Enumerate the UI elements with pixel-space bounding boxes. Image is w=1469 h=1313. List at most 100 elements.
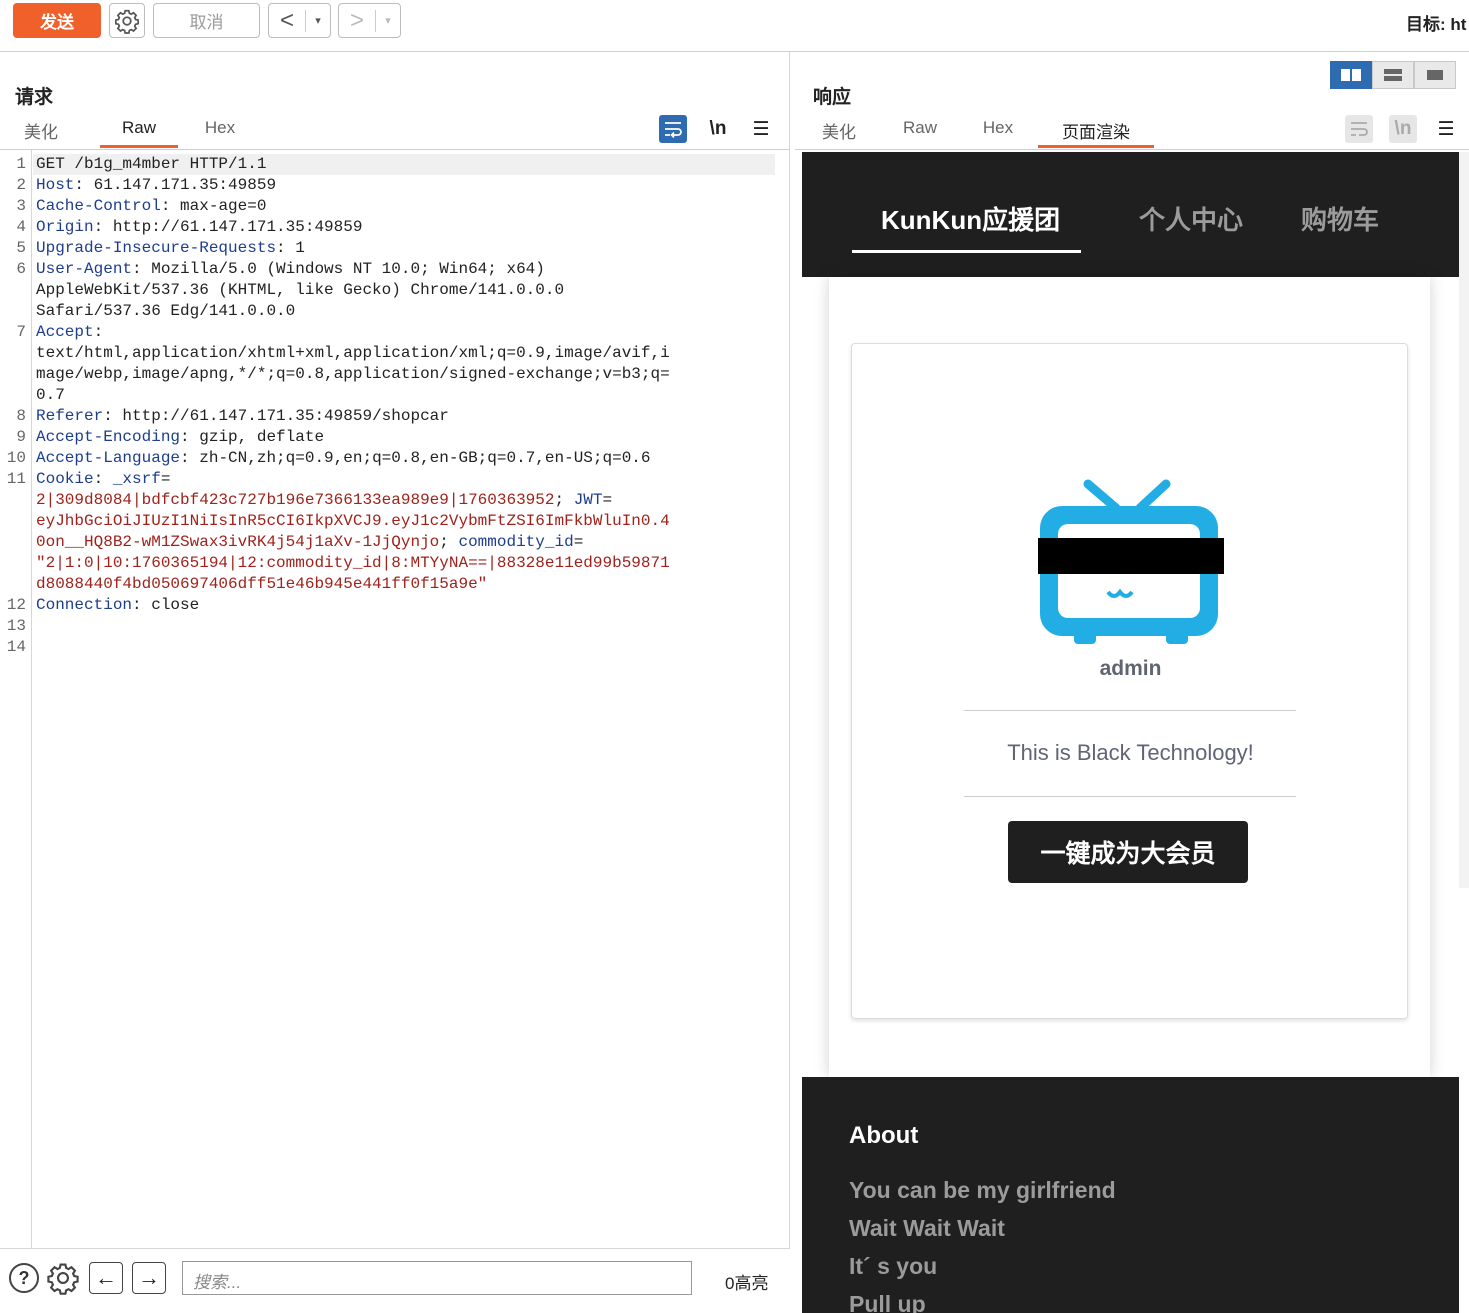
request-editor[interactable]: 1 2 3 4 5 6 7 8 9 10 11 12 13 14 GET /b1… bbox=[0, 150, 790, 1248]
cancel-button[interactable]: 取消 bbox=[153, 3, 260, 38]
settings-button[interactable] bbox=[109, 3, 145, 38]
render-scrollbar[interactable] bbox=[1459, 152, 1469, 888]
request-code[interactable]: GET /b1g_m4mber HTTP/1.1 Host: 61.147.171… bbox=[36, 154, 771, 616]
profile-card: admin This is Black Technology! 一键成为大会员 bbox=[851, 343, 1408, 1019]
rows-icon bbox=[1384, 69, 1402, 81]
line-number: 8 bbox=[16, 407, 26, 425]
request-line: text/html,application/xhtml+xml,applicat… bbox=[36, 344, 670, 362]
request-line: Accept: bbox=[36, 323, 104, 341]
request-line: Connection: close bbox=[36, 596, 200, 614]
nav-active-indicator bbox=[852, 250, 1081, 253]
layout-side-by-side[interactable] bbox=[1330, 61, 1372, 89]
divider bbox=[964, 710, 1296, 711]
footer-line: It´ s you bbox=[849, 1253, 938, 1279]
line-number: 1 bbox=[16, 155, 26, 173]
gear-icon bbox=[114, 9, 140, 34]
request-line: Accept-Encoding: gzip, deflate bbox=[36, 428, 325, 446]
request-line: Host: 61.147.171.35:49859 bbox=[36, 176, 277, 194]
wrap-lines-icon bbox=[665, 122, 682, 138]
single-pane-icon bbox=[1427, 70, 1443, 80]
highlight-count: 0高亮 bbox=[725, 1274, 769, 1293]
chevron-down-icon[interactable]: ▾ bbox=[376, 14, 400, 27]
search-input[interactable]: 搜索... bbox=[182, 1261, 692, 1295]
tab-pretty[interactable]: 美化 bbox=[22, 118, 60, 148]
response-tabs: 美化 Raw Hex 页面渲染 bbox=[820, 118, 1154, 148]
search-settings-button[interactable] bbox=[46, 1261, 80, 1300]
request-title: 请求 bbox=[15, 87, 54, 108]
request-line: d8088440f4bd050697406dff51e46b945e441ff0… bbox=[36, 575, 488, 593]
footer-line: Wait Wait Wait bbox=[849, 1215, 1005, 1241]
line-number: 5 bbox=[16, 239, 26, 257]
line-number: 9 bbox=[16, 428, 26, 446]
line-number: 11 bbox=[6, 470, 26, 488]
top-toolbar: 发送 取消 < ▾ > ▾ 目标: ht bbox=[0, 0, 1469, 52]
wrap-lines-button[interactable] bbox=[659, 115, 687, 143]
nav-item-profile[interactable]: 个人中心 bbox=[1139, 200, 1243, 237]
send-button[interactable]: 发送 bbox=[13, 3, 101, 38]
arrow-right-icon: → bbox=[138, 1265, 160, 1290]
request-line: Origin: http://61.147.171.35:49859 bbox=[36, 218, 363, 236]
line-number: 12 bbox=[6, 596, 26, 614]
request-line: Upgrade-Insecure-Requests: 1 bbox=[36, 239, 305, 257]
chevron-down-icon[interactable]: ▾ bbox=[306, 14, 330, 27]
request-line: Accept-Language: zh-CN,zh;q=0.9,en;q=0.8… bbox=[36, 449, 651, 467]
request-line: GET /b1g_m4mber HTTP/1.1 bbox=[36, 155, 267, 173]
newline-toggle[interactable]: \n bbox=[704, 115, 732, 143]
become-vip-button[interactable]: 一键成为大会员 bbox=[1008, 821, 1248, 883]
layout-tabs[interactable] bbox=[1414, 61, 1456, 89]
tab-pretty[interactable]: 美化 bbox=[820, 118, 858, 148]
rendered-page: KunKun应援团 个人中心 购物车 admin This is Black T… bbox=[802, 152, 1459, 1313]
line-number: 14 bbox=[6, 638, 26, 656]
chevron-right-icon: > bbox=[349, 6, 364, 34]
arrow-left-icon: ← bbox=[95, 1265, 117, 1290]
nav-item-home[interactable]: KunKun应援团 bbox=[881, 200, 1060, 237]
site-footer: About You can be my girlfriend Wait Wait… bbox=[802, 1077, 1459, 1313]
request-line: Safari/537.36 Edg/141.0.0.0 bbox=[36, 302, 296, 320]
nav-item-cart[interactable]: 购物车 bbox=[1301, 200, 1379, 237]
next-match-button[interactable]: → bbox=[132, 1262, 166, 1294]
tab-raw[interactable]: Raw bbox=[900, 118, 940, 148]
line-number: 13 bbox=[6, 617, 26, 635]
profile-tagline: This is Black Technology! bbox=[1007, 740, 1254, 765]
line-number: 2 bbox=[16, 176, 26, 194]
request-line: AppleWebKit/537.36 (KHTML, like Gecko) C… bbox=[36, 281, 565, 299]
chevron-left-icon: < bbox=[279, 6, 294, 34]
wrap-lines-button[interactable] bbox=[1345, 115, 1373, 143]
request-pane: 请求 美化 Raw Hex \n ☰ 1 2 3 4 5 6 7 8 9 10 … bbox=[0, 52, 790, 1313]
line-number: 4 bbox=[16, 218, 26, 236]
tab-render[interactable]: 页面渲染 bbox=[1038, 118, 1154, 148]
gear-icon bbox=[47, 1263, 79, 1295]
request-line: 0.7 bbox=[36, 386, 65, 404]
divider bbox=[964, 796, 1296, 797]
profile-username: admin bbox=[1099, 657, 1162, 680]
back-button[interactable]: < ▾ bbox=[268, 3, 331, 38]
profile-container: admin This is Black Technology! 一键成为大会员 bbox=[829, 277, 1430, 1077]
help-icon[interactable]: ? bbox=[9, 1263, 39, 1293]
request-line: Cookie: _xsrf= bbox=[36, 470, 171, 488]
target-label[interactable]: 目标: ht bbox=[1406, 10, 1466, 35]
forward-button[interactable]: > ▾ bbox=[338, 3, 401, 38]
response-pane: 响应 美化 Raw Hex 页面渲染 \n ☰ KunKun应援团 个人中心 购… bbox=[795, 52, 1469, 1313]
line-gutter: 1 2 3 4 5 6 7 8 9 10 11 12 13 14 bbox=[0, 150, 32, 1248]
request-line: mage/webp,image/apng,*/*;q=0.8,applicati… bbox=[36, 365, 670, 383]
request-line: User-Agent: Mozilla/5.0 (Windows NT 10.0… bbox=[36, 260, 545, 278]
menu-icon[interactable]: ☰ bbox=[1432, 115, 1460, 143]
request-line: Cache-Control: max-age=0 bbox=[36, 197, 267, 215]
columns-icon bbox=[1341, 69, 1361, 81]
request-tabs: 美化 Raw Hex bbox=[22, 118, 242, 148]
tab-raw[interactable]: Raw bbox=[100, 118, 178, 148]
newline-toggle[interactable]: \n bbox=[1389, 115, 1417, 143]
footer-line: You can be my girlfriend bbox=[849, 1177, 1116, 1203]
tv-mascot-avatar bbox=[1038, 479, 1224, 644]
divider bbox=[795, 149, 1469, 150]
tab-hex[interactable]: Hex bbox=[198, 118, 242, 148]
previous-match-button[interactable]: ← bbox=[89, 1262, 123, 1294]
request-line: 0on__HQ8B2-wM1ZSwax3ivRK4j54j1aXv-1JjQyn… bbox=[36, 533, 584, 551]
tab-hex[interactable]: Hex bbox=[980, 118, 1016, 148]
menu-icon[interactable]: ☰ bbox=[747, 115, 775, 143]
line-number: 6 bbox=[16, 260, 26, 278]
layout-toggle bbox=[1330, 61, 1456, 89]
footer-title: About bbox=[849, 1122, 919, 1149]
layout-stacked[interactable] bbox=[1372, 61, 1414, 89]
footer-line: Pull up bbox=[849, 1291, 926, 1313]
